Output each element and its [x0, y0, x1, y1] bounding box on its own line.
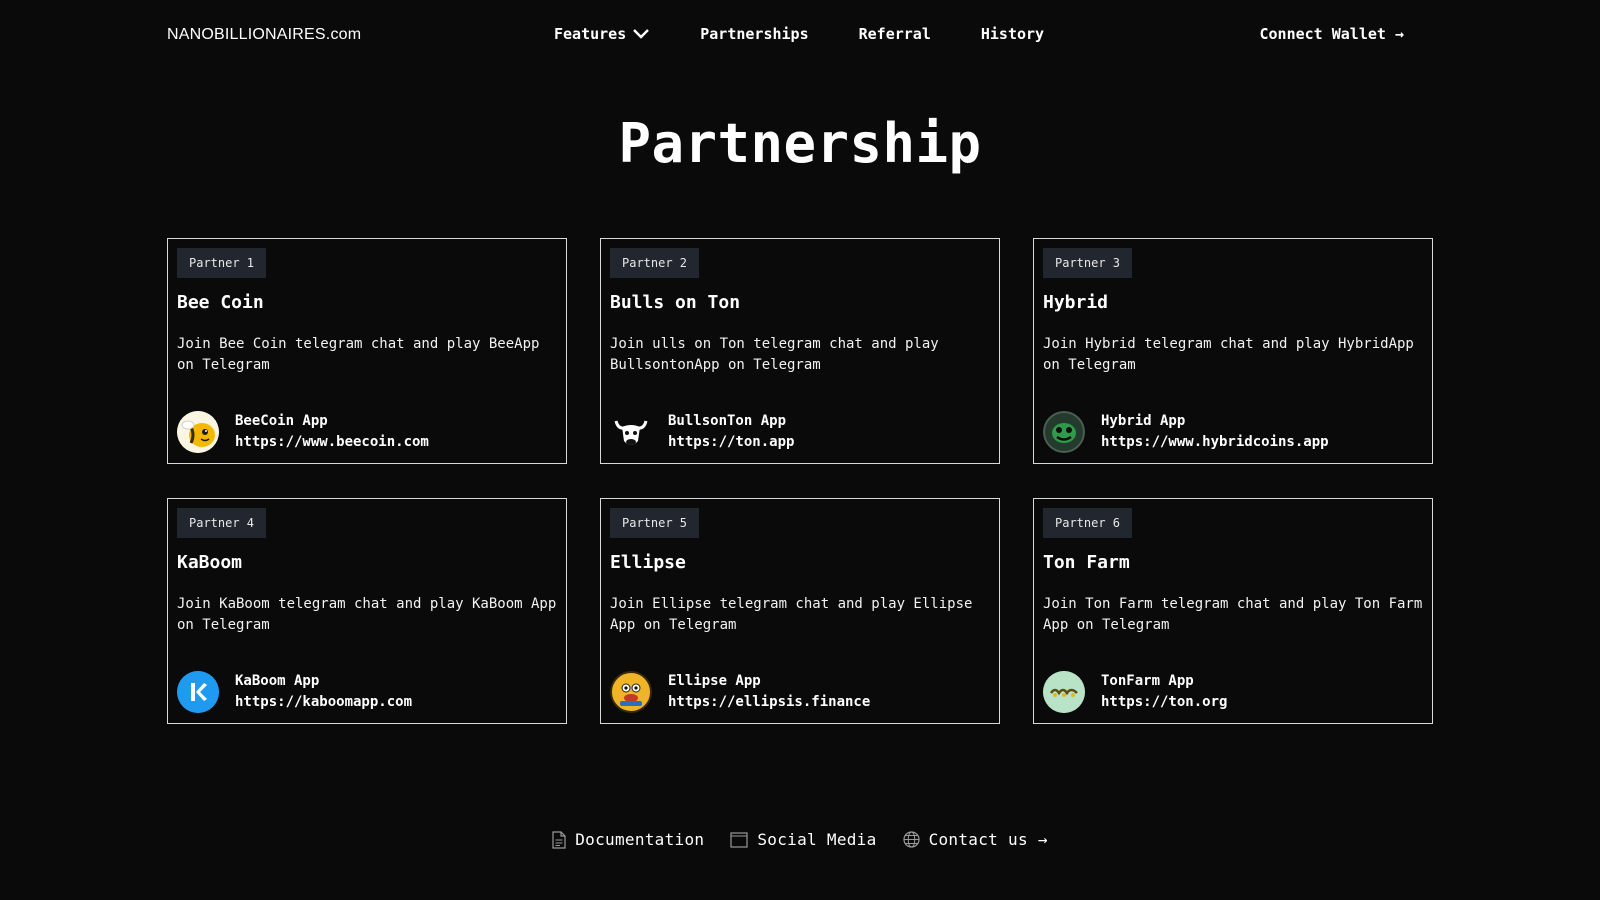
bee-icon: [177, 411, 219, 453]
partner-name: Ton Farm: [1043, 552, 1130, 573]
nav-item-label: Features: [554, 25, 627, 43]
partner-name: Ellipse: [610, 552, 686, 573]
partner-grid: Partner 1 Bee Coin Join Bee Coin telegra…: [167, 238, 1433, 724]
partner-app-link[interactable]: BullsonTon App https://ton.app: [610, 411, 794, 453]
partner-description: Join Ellipse telegram chat and play Elli…: [610, 596, 973, 633]
nav-item-partnerships[interactable]: Partnerships: [700, 25, 808, 43]
app-name: Hybrid App: [1101, 413, 1186, 429]
partner-name: Bulls on Ton: [610, 292, 741, 313]
partner-description: Join Bee Coin telegram chat and play Bee…: [177, 336, 540, 373]
partner-badge: Partner 6: [1043, 508, 1133, 538]
app-url[interactable]: https://www.hybridcoins.app: [1101, 432, 1329, 453]
partner-app-link[interactable]: Hybrid App https://www.hybridcoins.app: [1043, 411, 1329, 453]
partner-badge: Partner 3: [1043, 248, 1133, 278]
partner-description: Join ulls on Ton telegram chat and play …: [610, 336, 939, 373]
partner-card[interactable]: Partner 5 Ellipse Join Ellipse telegram …: [600, 498, 1000, 724]
footer-link-contact-us[interactable]: Contact us →: [902, 830, 1048, 849]
partner-card[interactable]: Partner 6 Ton Farm Join Ton Farm telegra…: [1033, 498, 1433, 724]
tonfarm-icon: [1043, 671, 1085, 713]
bull-icon: [610, 411, 652, 453]
nav-item-label: Referral: [858, 25, 931, 43]
document-icon: [552, 830, 566, 849]
partner-description: Join Ton Farm telegram chat and play Ton…: [1043, 596, 1423, 633]
app-url[interactable]: https://ellipsis.finance: [668, 692, 870, 713]
app-url[interactable]: https://ton.org: [1101, 692, 1227, 713]
partner-app-link[interactable]: KaBoom App https://kaboomapp.com: [177, 671, 412, 713]
partner-name: KaBoom: [177, 552, 243, 573]
app-name: TonFarm App: [1101, 673, 1194, 689]
partner-description: Join KaBoom telegram chat and play KaBoo…: [177, 596, 557, 633]
app-name: BullsonTon App: [668, 413, 787, 429]
site-logo[interactable]: NANOBILLIONAIRES.com: [167, 26, 361, 44]
hybrid-face-icon: [1043, 411, 1085, 453]
top-navigation: NANOBILLIONAIRES.com Features Partnershi…: [0, 0, 1600, 74]
partner-badge: Partner 4: [177, 508, 267, 538]
connect-wallet-button[interactable]: Connect Wallet →: [1260, 25, 1405, 43]
footer-link-label: Documentation: [575, 830, 705, 849]
footer-link-label: Social Media: [757, 830, 877, 849]
partner-card[interactable]: Partner 1 Bee Coin Join Bee Coin telegra…: [167, 238, 567, 464]
partner-name: Bee Coin: [177, 292, 264, 313]
partner-app-link[interactable]: BeeCoin App https://www.beecoin.com: [177, 411, 429, 453]
partner-card[interactable]: Partner 4 KaBoom Join KaBoom telegram ch…: [167, 498, 567, 724]
partner-app-link[interactable]: Ellipse App https://ellipsis.finance: [610, 671, 870, 713]
partner-card[interactable]: Partner 3 Hybrid Join Hybrid telegram ch…: [1033, 238, 1433, 464]
window-icon: [730, 831, 748, 848]
nav-item-label: History: [980, 25, 1045, 43]
partner-app-link[interactable]: TonFarm App https://ton.org: [1043, 671, 1227, 713]
nav-item-history[interactable]: History: [981, 25, 1044, 43]
partner-card[interactable]: Partner 2 Bulls on Ton Join ulls on Ton …: [600, 238, 1000, 464]
footer-link-social-media[interactable]: Social Media: [730, 830, 876, 849]
footer-link-documentation[interactable]: Documentation: [552, 830, 704, 849]
kaboom-k-icon: [177, 671, 219, 713]
nav-item-referral[interactable]: Referral: [859, 25, 931, 43]
footer-link-label: Contact us →: [928, 830, 1048, 849]
chevron-down-icon: [632, 28, 650, 40]
page-title: Partnership: [618, 112, 982, 175]
app-url[interactable]: https://www.beecoin.com: [235, 432, 429, 453]
footer: Documentation Social Media Contact us →: [0, 830, 1600, 849]
partner-badge: Partner 2: [610, 248, 700, 278]
app-name: Ellipse App: [668, 673, 761, 689]
app-name: KaBoom App: [235, 673, 320, 689]
partner-description: Join Hybrid telegram chat and play Hybri…: [1043, 336, 1414, 373]
nav-links: Features Partnerships Referral History: [554, 25, 1044, 43]
partner-badge: Partner 1: [177, 248, 267, 278]
app-url[interactable]: https://kaboomapp.com: [235, 692, 412, 713]
ellipse-mascot-icon: [610, 671, 652, 713]
partner-name: Hybrid: [1043, 292, 1109, 313]
nav-item-features[interactable]: Features: [554, 25, 650, 43]
nav-item-label: Partnerships: [700, 25, 809, 43]
globe-icon: [902, 831, 920, 848]
app-name: BeeCoin App: [235, 413, 328, 429]
app-url[interactable]: https://ton.app: [668, 432, 794, 453]
partner-badge: Partner 5: [610, 508, 700, 538]
